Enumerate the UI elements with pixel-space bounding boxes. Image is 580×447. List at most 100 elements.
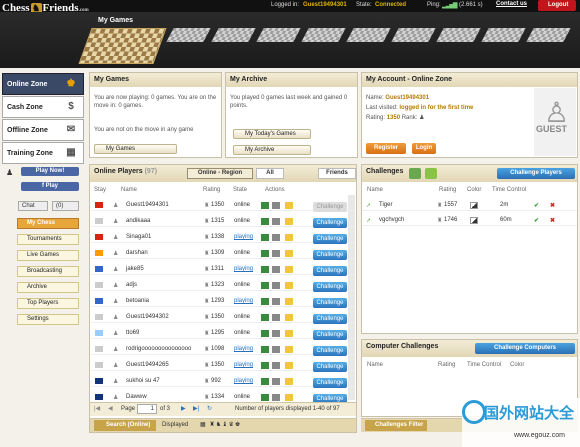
challenge-button[interactable]: Challenge — [313, 234, 347, 244]
nav-cash-zone[interactable]: Cash Zone $ — [2, 96, 84, 118]
info-icon[interactable] — [272, 346, 280, 353]
tab-friends[interactable]: Friends — [318, 168, 356, 179]
table-row[interactable]: ♟ andikaaa ♜ 1315 online Challenge — [91, 215, 355, 228]
first-page-icon[interactable]: |◀ — [94, 405, 100, 412]
table-row[interactable]: ♟ darshan ♜ 1309 online Challenge — [91, 247, 355, 260]
my-archive-button[interactable]: My Archive — [233, 145, 311, 155]
contact-us-link[interactable]: Contact us — [496, 1, 527, 7]
side-top-players[interactable]: Top Players — [17, 298, 79, 309]
player-name[interactable]: Dawww — [126, 394, 147, 400]
side-archive[interactable]: Archive — [17, 282, 79, 293]
player-name[interactable]: Guest19494265 — [126, 362, 169, 368]
challenge-button[interactable]: Challenge — [313, 202, 347, 212]
add-friend-icon[interactable] — [261, 266, 269, 273]
add-friend-icon[interactable] — [261, 346, 269, 353]
col-color[interactable]: Color — [510, 362, 524, 368]
envelope-icon[interactable] — [285, 282, 293, 289]
page-input[interactable]: 1 — [137, 404, 157, 414]
col-color[interactable]: Color — [467, 187, 481, 193]
challenge-button[interactable]: Challenge — [313, 314, 347, 324]
login-button[interactable]: Login — [412, 143, 436, 154]
player-name[interactable]: Sinaga01 — [126, 234, 151, 240]
nav-training-zone[interactable]: Training Zone ▦ — [2, 142, 84, 164]
player-name[interactable]: sukhoi su 47 — [126, 378, 160, 384]
challenge-button[interactable]: Challenge — [313, 298, 347, 308]
piece-filter-icons[interactable]: ▦ ♜♞♝♛♚ — [200, 421, 241, 428]
info-icon[interactable] — [272, 250, 280, 257]
player-name[interactable]: adjs — [126, 282, 137, 288]
col-stay[interactable]: Stay — [94, 187, 106, 193]
info-icon[interactable] — [272, 314, 280, 321]
chat-button[interactable]: Chat — [18, 201, 48, 211]
player-name[interactable]: jake85 — [126, 266, 144, 272]
challenge-button[interactable]: Challenge — [313, 266, 347, 276]
info-icon[interactable] — [272, 378, 280, 385]
board-thumbnail[interactable] — [481, 28, 526, 42]
decline-icon[interactable]: ✖ — [550, 202, 555, 209]
add-friend-icon[interactable] — [261, 298, 269, 305]
col-name[interactable]: Name — [367, 362, 383, 368]
board-thumbnail[interactable] — [526, 28, 571, 42]
player-name[interactable]: tto69 — [126, 330, 139, 336]
envelope-icon[interactable] — [285, 218, 293, 225]
add-friend-icon[interactable] — [261, 282, 269, 289]
refresh-icon[interactable]: ↻ — [207, 405, 212, 412]
challenge-row[interactable]: ➚ Tiger ♜ 1557 2m ✔ ✖ — [362, 199, 577, 211]
player-name[interactable]: betoania — [126, 298, 149, 304]
add-friend-icon[interactable] — [261, 330, 269, 337]
play-now-button[interactable]: Play Now! — [21, 167, 79, 176]
col-rating[interactable]: Rating — [438, 362, 455, 368]
add-friend-icon[interactable] — [261, 362, 269, 369]
player-name[interactable]: andikaaa — [126, 218, 150, 224]
info-icon[interactable] — [272, 298, 280, 305]
challenge-settings-icon[interactable] — [425, 168, 437, 179]
facebook-play-button[interactable]: f Play — [21, 182, 79, 191]
envelope-icon[interactable] — [285, 298, 293, 305]
side-live-games[interactable]: Live Games — [17, 250, 79, 261]
col-name[interactable]: Name — [121, 187, 137, 193]
logout-button[interactable]: Logout — [538, 0, 576, 11]
board-thumbnail[interactable] — [436, 28, 481, 42]
decline-icon[interactable]: ✖ — [550, 217, 555, 224]
table-row[interactable]: ♟ tto69 ♜ 1295 online Challenge — [91, 327, 355, 340]
search-online-button[interactable]: Search (Online) — [94, 420, 156, 431]
table-row[interactable]: ♟ jake85 ♜ 1311 playing Challenge — [91, 263, 355, 276]
board-thumbnail[interactable] — [346, 28, 391, 42]
board-thumbnail[interactable] — [391, 28, 436, 42]
side-my-chess[interactable]: My Chess — [17, 218, 79, 229]
envelope-icon[interactable] — [285, 250, 293, 257]
message-count[interactable]: (0) — [52, 201, 79, 211]
board-thumbnail[interactable] — [211, 28, 256, 42]
board-thumbnail[interactable] — [256, 28, 301, 42]
accept-icon[interactable]: ✔ — [534, 217, 539, 224]
nav-online-zone[interactable]: Online Zone ♚ — [2, 73, 84, 95]
col-time-control[interactable]: Time Control — [467, 362, 501, 368]
col-name[interactable]: Name — [367, 187, 383, 193]
envelope-icon[interactable] — [285, 202, 293, 209]
table-row[interactable]: ♟ Guest19494302 ♜ 1350 online Challenge — [91, 311, 355, 324]
player-name[interactable]: Guest19494302 — [126, 314, 169, 320]
add-friend-icon[interactable] — [261, 314, 269, 321]
table-row[interactable]: ♟ Guest19494265 ♜ 1350 playing Challenge — [91, 359, 355, 372]
challenge-players-button[interactable]: Challenge Players — [497, 168, 575, 179]
envelope-icon[interactable] — [285, 266, 293, 273]
col-rating[interactable]: Rating — [439, 187, 456, 193]
envelope-icon[interactable] — [285, 346, 293, 353]
info-icon[interactable] — [272, 234, 280, 241]
challenges-filter-button[interactable]: Challenges Filter — [365, 420, 427, 431]
player-state[interactable]: playing — [234, 298, 253, 304]
player-name[interactable]: darshan — [126, 250, 148, 256]
envelope-icon[interactable] — [285, 314, 293, 321]
col-rating[interactable]: Rating — [203, 187, 220, 193]
info-icon[interactable] — [272, 362, 280, 369]
envelope-icon[interactable] — [285, 234, 293, 241]
info-icon[interactable] — [272, 330, 280, 337]
my-games-button[interactable]: My Games — [94, 144, 177, 154]
envelope-icon[interactable] — [285, 362, 293, 369]
challenge-button[interactable]: Challenge — [313, 250, 347, 260]
player-name[interactable]: Guest19494301 — [126, 202, 169, 208]
table-row[interactable]: ♟ Guest19494301 ♜ 1350 online Challenge — [91, 199, 355, 212]
player-name[interactable]: rodrigooooooooooooooo — [126, 346, 191, 352]
player-state[interactable]: playing — [234, 362, 253, 368]
side-tournaments[interactable]: Tournaments — [17, 234, 79, 245]
